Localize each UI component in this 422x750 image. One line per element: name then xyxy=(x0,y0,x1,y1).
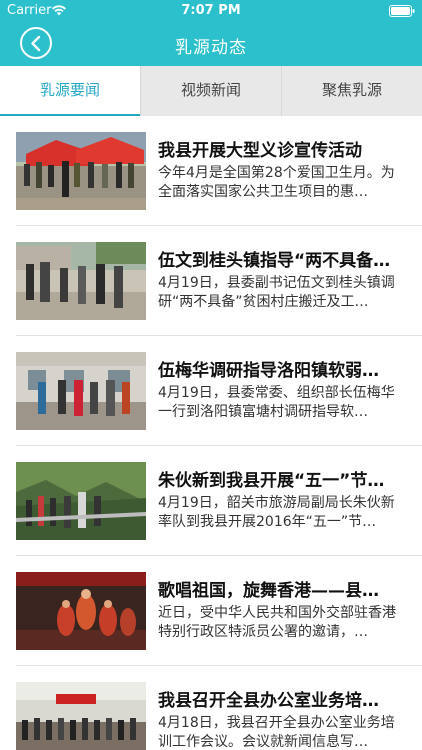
news-thumbnail xyxy=(16,682,146,750)
news-item[interactable]: 我县开展大型义诊宣传活动 今年4月是全国第28个爱国卫生月。为全面落实国家公共卫… xyxy=(0,116,422,226)
status-bar: Carrier 7:07 PM xyxy=(0,0,422,22)
nav-header: Carrier 7:07 PM 乳源动态 xyxy=(0,0,422,66)
news-summary: 4月19日，韶关市旅游局副局长朱伙新率队到我县开展2016年“五一”节… xyxy=(158,495,395,530)
news-list: 我县开展大型义诊宣传活动 今年4月是全国第28个爱国卫生月。为全面落实国家公共卫… xyxy=(0,116,422,750)
news-summary: 4月18日，我县召开全县办公室业务培训工作会议。会议就新闻信息写… xyxy=(158,715,395,750)
news-title: 歌唱祖国，旋舞香港——县… xyxy=(158,581,379,601)
news-thumbnail xyxy=(16,242,146,320)
screen: Carrier 7:07 PM 乳源动态 乳源要闻 视频新闻 聚焦乳源 我县开展… xyxy=(0,0,422,750)
news-summary: 近日，受中华人民共和国外交部驻香港特别行政区特派员公署的邀请，… xyxy=(158,605,396,640)
battery-icon xyxy=(389,5,415,17)
tab-ruyuan-news[interactable]: 乳源要闻 xyxy=(0,66,140,116)
news-title: 伍文到桂头镇指导“两不具备… xyxy=(158,251,391,271)
news-thumbnail xyxy=(16,462,146,540)
news-item[interactable]: 伍梅华调研指导洛阳镇软弱… 4月19日，县委常委、组织部长伍梅华一行到洛阳镇富塘… xyxy=(0,336,422,446)
tab-bar: 乳源要闻 视频新闻 聚焦乳源 xyxy=(0,66,422,116)
tab-focus-ruyuan[interactable]: 聚焦乳源 xyxy=(281,66,422,116)
news-summary: 4月19日，县委副书记伍文到桂头镇调研“两不具备”贫困村庄搬迁及工… xyxy=(158,275,395,310)
news-summary: 今年4月是全国第28个爱国卫生月。为全面落实国家公共卫生项目的惠… xyxy=(158,165,395,200)
page-title: 乳源动态 xyxy=(175,38,247,58)
news-title: 我县开展大型义诊宣传活动 xyxy=(158,141,362,161)
news-thumbnail xyxy=(16,572,146,650)
news-item[interactable]: 伍文到桂头镇指导“两不具备… 4月19日，县委副书记伍文到桂头镇调研“两不具备”… xyxy=(0,226,422,336)
news-thumbnail xyxy=(16,132,146,210)
news-title: 朱伙新到我县开展“五一”节… xyxy=(158,471,385,491)
news-summary: 4月19日，县委常委、组织部长伍梅华一行到洛阳镇富塘村调研指导软… xyxy=(158,385,395,420)
news-title: 我县召开全县办公室业务培… xyxy=(158,691,379,711)
news-title: 伍梅华调研指导洛阳镇软弱… xyxy=(158,361,379,381)
status-time: 7:07 PM xyxy=(181,3,241,18)
tab-video-news[interactable]: 视频新闻 xyxy=(140,66,281,116)
news-item[interactable]: 朱伙新到我县开展“五一”节… 4月19日，韶关市旅游局副局长朱伙新率队到我县开展… xyxy=(0,446,422,556)
news-item[interactable]: 歌唱祖国，旋舞香港——县… 近日，受中华人民共和国外交部驻香港特别行政区特派员公… xyxy=(0,556,422,666)
news-thumbnail xyxy=(16,352,146,430)
news-item[interactable]: 我县召开全县办公室业务培… 4月18日，我县召开全县办公室业务培训工作会议。会议… xyxy=(0,666,422,750)
